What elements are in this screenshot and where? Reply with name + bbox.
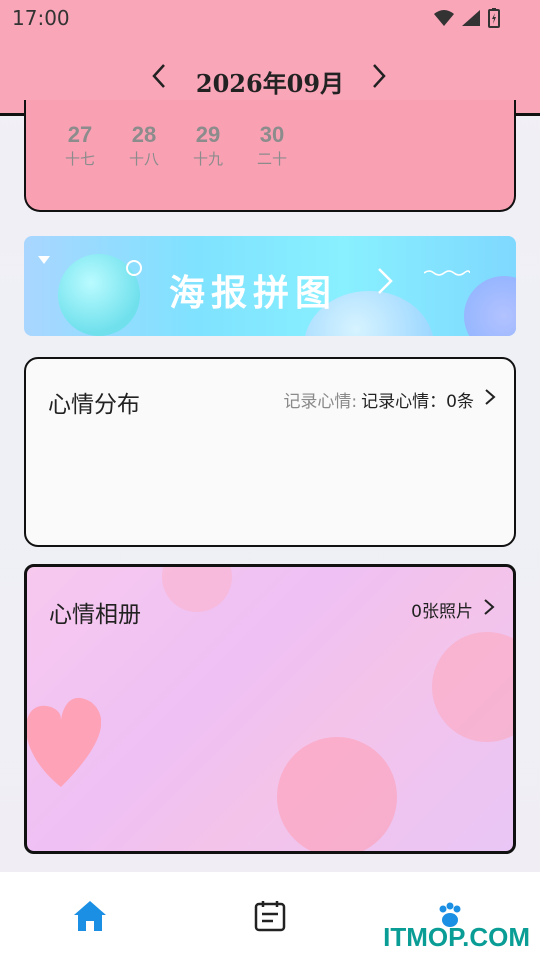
- calendar-day[interactable]: 27 十七: [50, 122, 110, 169]
- bottom-nav: ITMOP.COM: [0, 872, 540, 960]
- mood-distribution-card: 心情分布 记录心情: 记录心情：0条: [24, 357, 516, 547]
- card-title: 心情相册: [49, 602, 141, 628]
- heart-decoration: [147, 567, 247, 631]
- watermark-text: ITMOP.COM: [383, 922, 530, 952]
- nav-calendar-tab[interactable]: [246, 894, 294, 942]
- card-title: 心情分布: [48, 392, 140, 418]
- day-number: 30: [259, 122, 285, 147]
- photo-count: 0张照片: [411, 602, 473, 622]
- day-number: 28: [131, 122, 157, 147]
- chevron-right-icon: [483, 597, 495, 622]
- home-icon: [72, 899, 108, 937]
- day-number: 29: [195, 122, 221, 147]
- banner-bubble: [464, 276, 516, 336]
- calendar-day[interactable]: 28 十八: [114, 122, 174, 169]
- next-month-button[interactable]: [370, 62, 388, 96]
- nav-home-tab[interactable]: [66, 894, 114, 942]
- triangle-icon: [38, 256, 50, 264]
- banner-bubble: [126, 260, 142, 276]
- calendar-card: 27 十七 28 十八 29 十九 30 二十: [24, 100, 516, 212]
- wave-icon: [423, 262, 471, 281]
- status-icons: [434, 8, 500, 32]
- month-title: 2026年09月: [195, 69, 345, 98]
- mood-album-card[interactable]: 心情相册 0张照片: [24, 564, 516, 854]
- signal-icon: [462, 10, 480, 30]
- chevron-right-icon: [376, 264, 394, 305]
- record-mood-link[interactable]: 记录心情: 记录心情：0条: [283, 387, 496, 412]
- record-count: 记录心情：0条: [361, 392, 474, 412]
- app-header: 17:00 2026年09月: [0, 0, 540, 116]
- calendar-note-icon: [253, 899, 287, 937]
- chevron-right-icon: [484, 387, 496, 412]
- photo-count-link[interactable]: 0张照片: [411, 597, 495, 622]
- calendar-day[interactable]: 29 十九: [178, 122, 238, 169]
- lunar-date: 十八: [128, 150, 159, 168]
- heart-decoration: [387, 627, 513, 771]
- poster-collage-banner[interactable]: 海报拼图: [24, 236, 516, 336]
- lunar-date: 十七: [64, 150, 95, 168]
- record-label: 记录心情:: [283, 392, 358, 412]
- heart-decoration: [27, 687, 102, 801]
- battery-icon: [488, 8, 500, 32]
- status-time: 17:00: [12, 6, 70, 30]
- calendar-day[interactable]: 30 二十: [242, 122, 302, 169]
- day-number: 27: [67, 122, 93, 147]
- wifi-icon: [434, 10, 454, 30]
- banner-label: 海报拼图: [169, 272, 338, 314]
- lunar-date: 十九: [192, 150, 223, 168]
- lunar-date: 二十: [256, 150, 287, 168]
